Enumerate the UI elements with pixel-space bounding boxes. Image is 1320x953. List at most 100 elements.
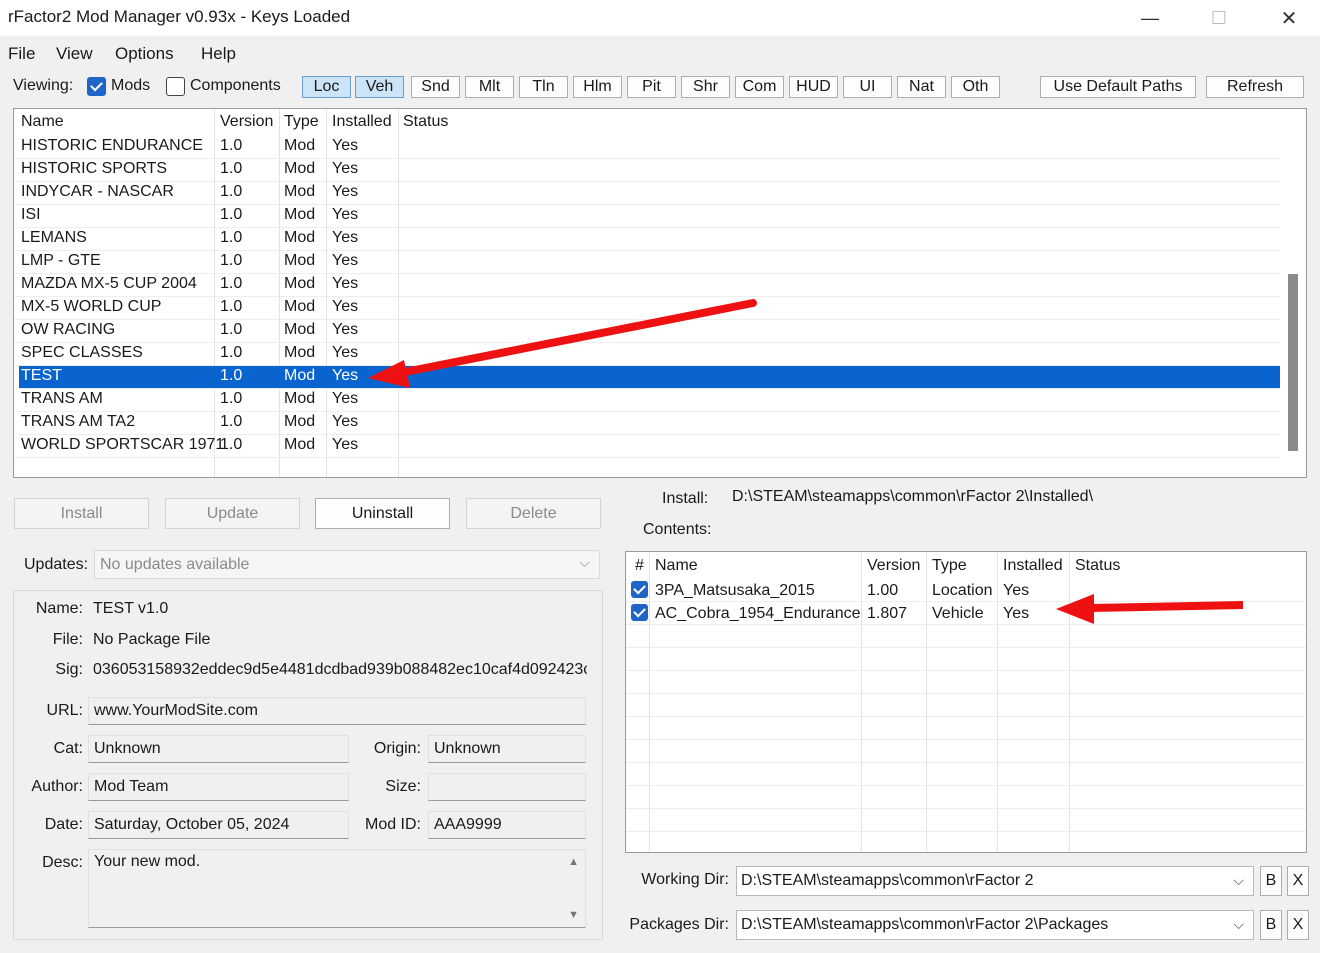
- mod-row-version[interactable]: 1.0: [220, 252, 242, 270]
- desc-textarea[interactable]: Your new mod. ▲ ▼: [88, 849, 586, 928]
- content-row-name[interactable]: AC_Cobra_1954_Endurance: [655, 605, 860, 623]
- scroll-up-icon[interactable]: ▲: [568, 856, 579, 868]
- menu-file[interactable]: File: [8, 44, 35, 64]
- filter-loc-button[interactable]: Loc: [302, 76, 351, 98]
- content-checkbox[interactable]: [631, 581, 648, 598]
- mod-row-name[interactable]: TRANS AM TA2: [21, 413, 135, 431]
- mod-row-installed[interactable]: Yes: [332, 229, 358, 247]
- mod-row-installed[interactable]: Yes: [332, 390, 358, 408]
- install-button[interactable]: Install: [14, 498, 149, 529]
- mod-row-version[interactable]: 1.0: [220, 275, 242, 293]
- column-header-type[interactable]: Type: [284, 113, 319, 131]
- mod-row-version[interactable]: 1.0: [220, 367, 242, 385]
- close-button[interactable]: ✕: [1254, 0, 1320, 36]
- size-field[interactable]: [428, 773, 586, 801]
- filter-shr-button[interactable]: Shr: [681, 76, 730, 98]
- filter-nat-button[interactable]: Nat: [897, 76, 946, 98]
- mod-row-version[interactable]: 1.0: [220, 160, 242, 178]
- mod-row-name[interactable]: TRANS AM: [21, 390, 103, 408]
- mod-row-type[interactable]: Mod: [284, 137, 315, 155]
- contents-header-installed[interactable]: Installed: [1003, 557, 1063, 575]
- mod-row-type[interactable]: Mod: [284, 229, 315, 247]
- modid-field[interactable]: AAA9999: [428, 811, 586, 839]
- contents-header-version[interactable]: Version: [867, 557, 920, 575]
- mod-row-installed[interactable]: Yes: [332, 275, 358, 293]
- content-row-type[interactable]: Vehicle: [932, 605, 984, 623]
- minimize-button[interactable]: —: [1115, 0, 1185, 36]
- contents-header-name[interactable]: Name: [655, 557, 698, 575]
- filter-com-button[interactable]: Com: [735, 76, 784, 98]
- filter-snd-button[interactable]: Snd: [411, 76, 460, 98]
- mod-row-version[interactable]: 1.0: [220, 321, 242, 339]
- menu-view[interactable]: View: [56, 44, 93, 64]
- mod-row-type[interactable]: Mod: [284, 321, 315, 339]
- mod-row-installed[interactable]: Yes: [332, 252, 358, 270]
- working-dir-browse-button[interactable]: B: [1260, 866, 1282, 896]
- contents-header-status[interactable]: Status: [1075, 557, 1120, 575]
- filter-mlt-button[interactable]: Mlt: [465, 76, 514, 98]
- filter-hud-button[interactable]: HUD: [789, 76, 838, 98]
- mod-row-type[interactable]: Mod: [284, 436, 315, 454]
- mod-row-type[interactable]: Mod: [284, 367, 315, 385]
- components-checkbox[interactable]: [166, 77, 185, 96]
- mods-checkbox[interactable]: [87, 77, 106, 96]
- mod-row-version[interactable]: 1.0: [220, 390, 242, 408]
- cat-field[interactable]: Unknown: [88, 735, 349, 763]
- mod-row-version[interactable]: 1.0: [220, 229, 242, 247]
- contents-table[interactable]: # Name Version Type Installed Status 3PA_Matsu…: [625, 551, 1307, 853]
- mod-row-name[interactable]: MX-5 WORLD CUP: [21, 298, 161, 316]
- mod-row-name[interactable]: INDYCAR - NASCAR: [21, 183, 174, 201]
- mod-row-type[interactable]: Mod: [284, 183, 315, 201]
- updates-select[interactable]: No updates available ⌵: [94, 550, 600, 579]
- column-header-version[interactable]: Version: [220, 113, 273, 131]
- contents-header-index[interactable]: #: [635, 557, 644, 575]
- mod-row-installed[interactable]: Yes: [332, 413, 358, 431]
- content-checkbox[interactable]: [631, 604, 648, 621]
- column-header-name[interactable]: Name: [21, 113, 64, 131]
- mod-row-name[interactable]: TEST: [21, 367, 62, 385]
- mod-row-type[interactable]: Mod: [284, 390, 315, 408]
- mod-row-type[interactable]: Mod: [284, 413, 315, 431]
- mod-row-installed[interactable]: Yes: [332, 137, 358, 155]
- use-default-paths-button[interactable]: Use Default Paths: [1040, 76, 1196, 98]
- mod-row-installed[interactable]: Yes: [332, 298, 358, 316]
- packages-dir-clear-button[interactable]: X: [1287, 910, 1309, 940]
- filter-tln-button[interactable]: Tln: [519, 76, 568, 98]
- filter-oth-button[interactable]: Oth: [951, 76, 1000, 98]
- mod-row-version[interactable]: 1.0: [220, 137, 242, 155]
- mod-row-name[interactable]: SPEC CLASSES: [21, 344, 143, 362]
- mod-row-installed[interactable]: Yes: [332, 206, 358, 224]
- mod-row-version[interactable]: 1.0: [220, 183, 242, 201]
- mod-row-name[interactable]: LEMANS: [21, 229, 87, 247]
- mod-row-installed[interactable]: Yes: [332, 436, 358, 454]
- maximize-button[interactable]: ☐: [1184, 0, 1254, 36]
- content-row-installed[interactable]: Yes: [1003, 582, 1029, 600]
- content-row-version[interactable]: 1.00: [867, 582, 898, 600]
- column-header-status[interactable]: Status: [403, 113, 448, 131]
- mod-row-type[interactable]: Mod: [284, 160, 315, 178]
- menu-help[interactable]: Help: [201, 44, 236, 64]
- mod-row-name[interactable]: HISTORIC SPORTS: [21, 160, 167, 178]
- filter-hlm-button[interactable]: Hlm: [573, 76, 622, 98]
- date-field[interactable]: Saturday, October 05, 2024: [88, 811, 349, 839]
- mod-row-installed[interactable]: Yes: [332, 160, 358, 178]
- contents-header-type[interactable]: Type: [932, 557, 967, 575]
- content-row-version[interactable]: 1.807: [867, 605, 907, 623]
- mod-row-type[interactable]: Mod: [284, 206, 315, 224]
- url-field[interactable]: www.YourModSite.com: [88, 697, 586, 725]
- mod-row-installed[interactable]: Yes: [332, 321, 358, 339]
- author-field[interactable]: Mod Team: [88, 773, 349, 801]
- mod-row-installed[interactable]: Yes: [332, 344, 358, 362]
- refresh-button[interactable]: Refresh: [1206, 76, 1304, 98]
- column-header-installed[interactable]: Installed: [332, 113, 392, 131]
- mod-row-installed[interactable]: Yes: [332, 367, 358, 385]
- mod-row-version[interactable]: 1.0: [220, 413, 242, 431]
- delete-button[interactable]: Delete: [466, 498, 601, 529]
- mods-table[interactable]: Name Version Type Installed Status HISTORIC E…: [13, 108, 1307, 478]
- uninstall-button[interactable]: Uninstall: [315, 498, 450, 529]
- filter-ui-button[interactable]: UI: [843, 76, 892, 98]
- mod-row-version[interactable]: 1.0: [220, 344, 242, 362]
- packages-dir-browse-button[interactable]: B: [1260, 910, 1282, 940]
- mod-row-type[interactable]: Mod: [284, 275, 315, 293]
- filter-veh-button[interactable]: Veh: [355, 76, 404, 98]
